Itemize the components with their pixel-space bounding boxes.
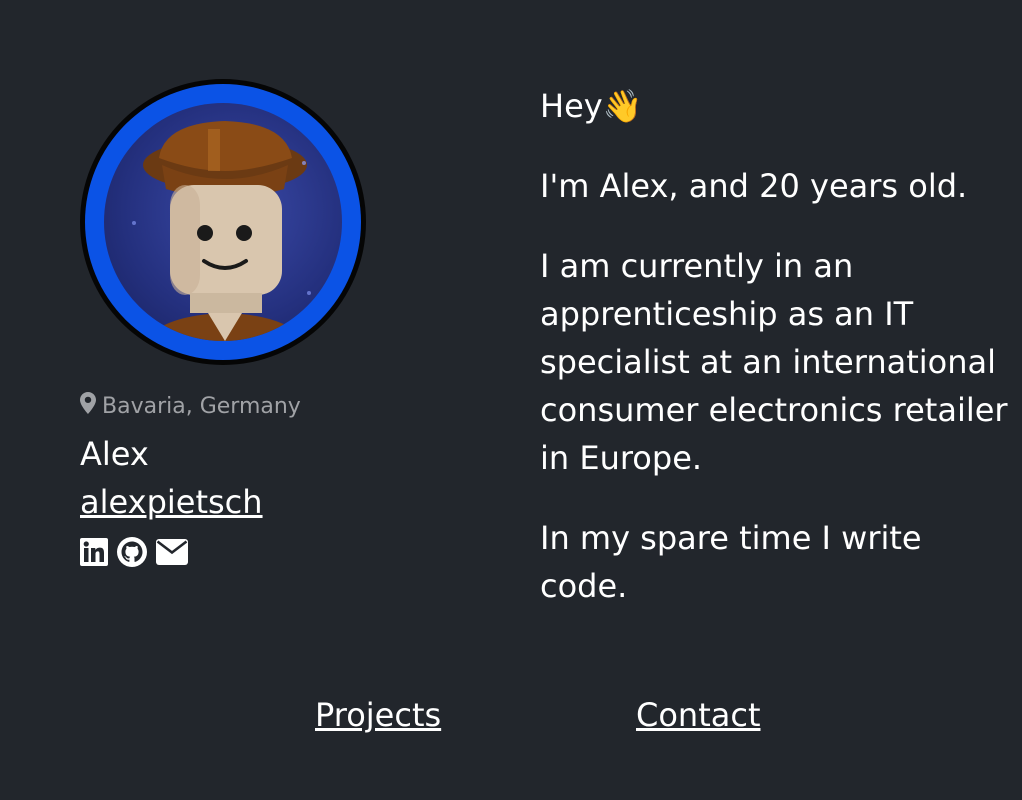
mail-icon[interactable] bbox=[156, 539, 188, 569]
location-text: Bavaria, Germany bbox=[102, 393, 301, 419]
avatar-image bbox=[104, 103, 342, 341]
location: Bavaria, Germany bbox=[80, 392, 440, 420]
greeting: Hey👋 bbox=[540, 87, 643, 125]
hobby-text: In my spare time I write code. bbox=[540, 519, 922, 605]
contact-link[interactable]: Contact bbox=[636, 693, 761, 737]
social-links bbox=[80, 536, 440, 572]
bottom-nav: Projects Contact bbox=[0, 693, 1022, 737]
avatar bbox=[80, 79, 366, 365]
work-text: I am currently in an apprenticeship as a… bbox=[540, 247, 1008, 477]
projects-link[interactable]: Projects bbox=[315, 693, 441, 737]
bio-section: Hey👋 I'm Alex, and 20 years old. I am cu… bbox=[540, 82, 1010, 642]
profile-name: Alex bbox=[80, 435, 149, 473]
username-link[interactable]: alexpietsch bbox=[80, 482, 263, 522]
map-pin-icon bbox=[80, 392, 96, 420]
github-icon[interactable] bbox=[116, 536, 148, 572]
lego-figure-icon bbox=[132, 121, 311, 341]
profile-card: Bavaria, Germany Alex alexpietsch bbox=[80, 79, 440, 572]
intro-text: I'm Alex, and 20 years old. bbox=[540, 167, 968, 205]
linkedin-icon[interactable] bbox=[80, 538, 108, 570]
